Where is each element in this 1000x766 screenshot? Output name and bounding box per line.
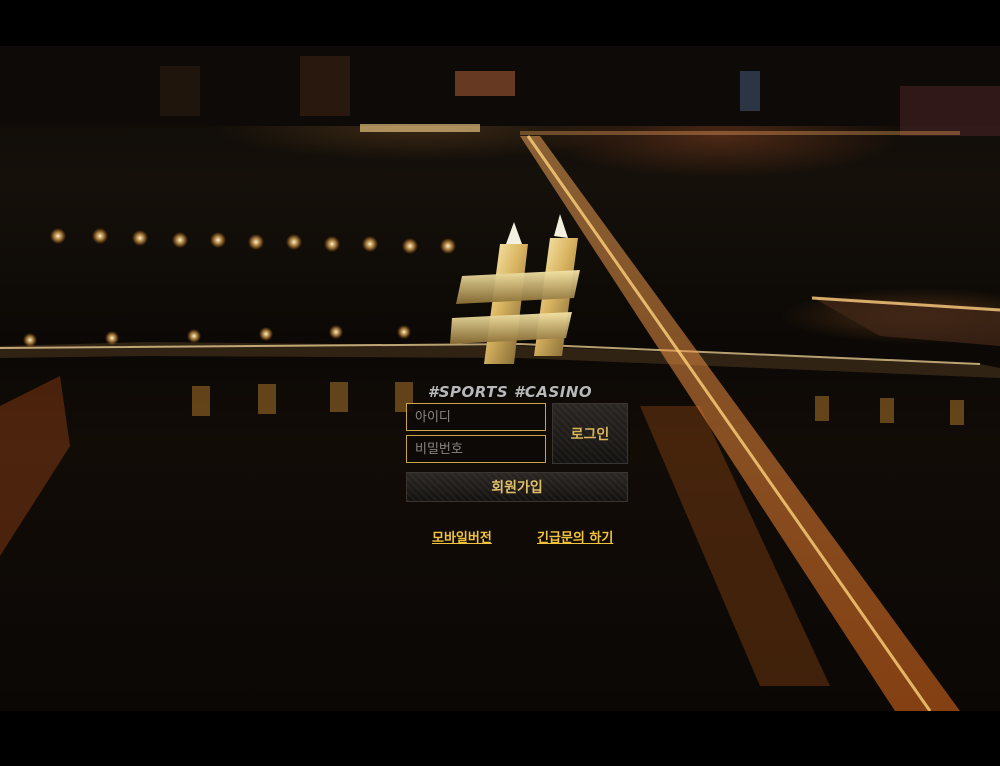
- join-button-label: 회원가입: [491, 480, 543, 496]
- night-city-background: [0, 46, 1000, 711]
- hash-logo-icon: [450, 214, 580, 364]
- mobile-version-link[interactable]: 모바일버전: [432, 527, 492, 546]
- urgent-inquiry-link[interactable]: 긴급문의 하기: [537, 527, 613, 546]
- password-input[interactable]: [406, 435, 546, 463]
- login-button-label: 로그인: [570, 426, 610, 443]
- background-scenery: [0, 46, 1000, 711]
- user-id-input[interactable]: [406, 403, 546, 431]
- join-button[interactable]: 회원가입: [406, 472, 628, 502]
- login-button[interactable]: 로그인: [552, 403, 628, 464]
- brand-tagline: #SPORTS #CASINO: [427, 383, 593, 401]
- page-frame: #SPORTS #CASINO 로그인 회원가입 모바일버전 긴급문의 하기: [0, 0, 1000, 766]
